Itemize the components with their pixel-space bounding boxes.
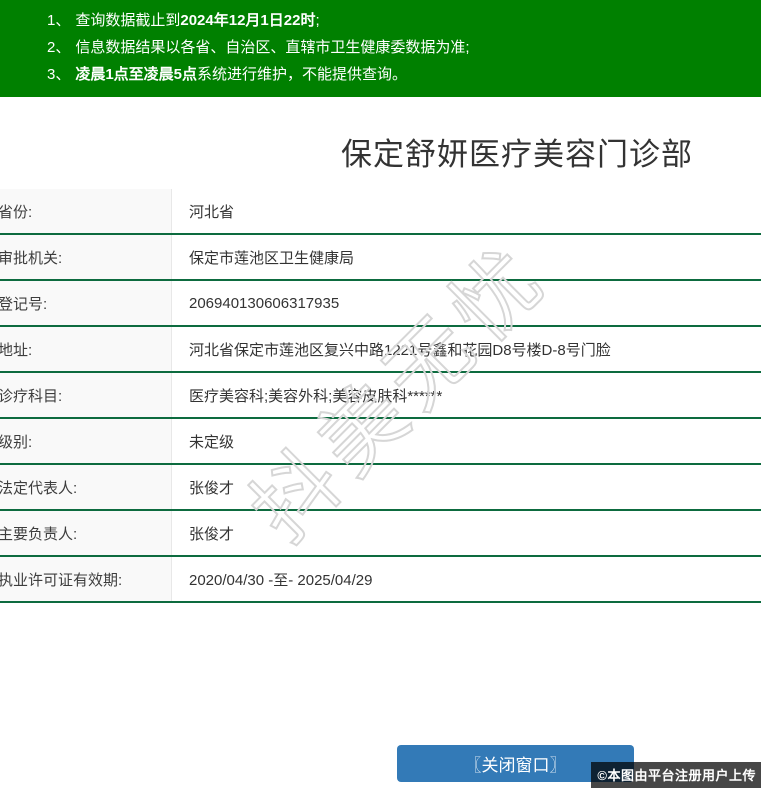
row-value: 206940130606317935 — [189, 294, 340, 312]
institution-detail-table: 省份: 河北省 审批机关: 保定市莲池区卫生健康局 登记号: 206940130… — [0, 189, 761, 603]
row-label: 主要负责人: — [0, 511, 172, 555]
notice-number: 1、 — [47, 12, 71, 29]
row-value: 未定级 — [189, 433, 235, 451]
row-label: 登记号: — [0, 281, 172, 325]
row-value: 张俊才 — [189, 479, 235, 497]
table-row-level: 级别: 未定级 — [0, 419, 761, 465]
notice-number: 2、 — [47, 39, 71, 56]
row-label: 地址: — [0, 327, 172, 371]
table-row-medical-subjects: 诊疗科目: 医疗美容科;美容外科;美容皮肤科****** — [0, 373, 761, 419]
notice-text: ; — [315, 12, 320, 29]
notice-text: 系统进行维护，不能提供查询。 — [197, 66, 408, 83]
notice-text-bold: 2024年12月1日22时 — [180, 12, 316, 29]
notice-text: 信息数据结果以各省、自治区、直辖市卫生健康委数据为准; — [75, 39, 470, 56]
row-value: 张俊才 — [189, 525, 235, 543]
row-value: 河北省保定市莲池区复兴中路1221号鑫和花园D8号楼D-8号门脸 — [189, 341, 611, 359]
attribution-strip: ©本图由平台注册用户上传 — [591, 762, 761, 788]
institution-title: 保定舒妍医疗美容门诊部 — [341, 137, 693, 172]
notice-item-1: 1、 查询数据截止到2024年12月1日22时; — [47, 7, 751, 34]
table-row-registration-number: 登记号: 206940130606317935 — [0, 281, 761, 327]
row-label: 级别: — [0, 419, 172, 463]
row-value: 2020/04/30 -至- 2025/04/29 — [189, 571, 373, 589]
row-label: 审批机关: — [0, 235, 172, 279]
table-row-legal-representative: 法定代表人: 张俊才 — [0, 465, 761, 511]
row-value: 保定市莲池区卫生健康局 — [189, 249, 355, 267]
notice-item-3: 3、 凌晨1点至凌晨5点系统进行维护，不能提供查询。 — [47, 61, 751, 88]
notice-item-2: 2、 信息数据结果以各省、自治区、直辖市卫生健康委数据为准; — [47, 34, 751, 61]
table-row-license-validity: 执业许可证有效期: 2020/04/30 -至- 2025/04/29 — [0, 557, 761, 603]
notice-bar: 1、 查询数据截止到2024年12月1日22时; 2、 信息数据结果以各省、自治区、… — [0, 0, 761, 97]
notice-number: 3、 — [47, 66, 71, 83]
row-value: 医疗美容科;美容外科;美容皮肤科****** — [189, 387, 443, 405]
row-label: 法定代表人: — [0, 465, 172, 509]
table-row-province: 省份: 河北省 — [0, 189, 761, 235]
table-row-address: 地址: 河北省保定市莲池区复兴中路1221号鑫和花园D8号楼D-8号门脸 — [0, 327, 761, 373]
row-value: 河北省 — [189, 203, 235, 221]
notice-text: 查询数据截止到 — [75, 12, 181, 29]
table-row-approval-authority: 审批机关: 保定市莲池区卫生健康局 — [0, 235, 761, 281]
notice-text-bold: 凌晨1点至凌晨5点 — [75, 66, 198, 83]
table-row-person-in-charge: 主要负责人: 张俊才 — [0, 511, 761, 557]
row-label: 诊疗科目: — [0, 373, 172, 417]
row-label: 省份: — [0, 189, 172, 233]
row-label: 执业许可证有效期: — [0, 557, 172, 601]
